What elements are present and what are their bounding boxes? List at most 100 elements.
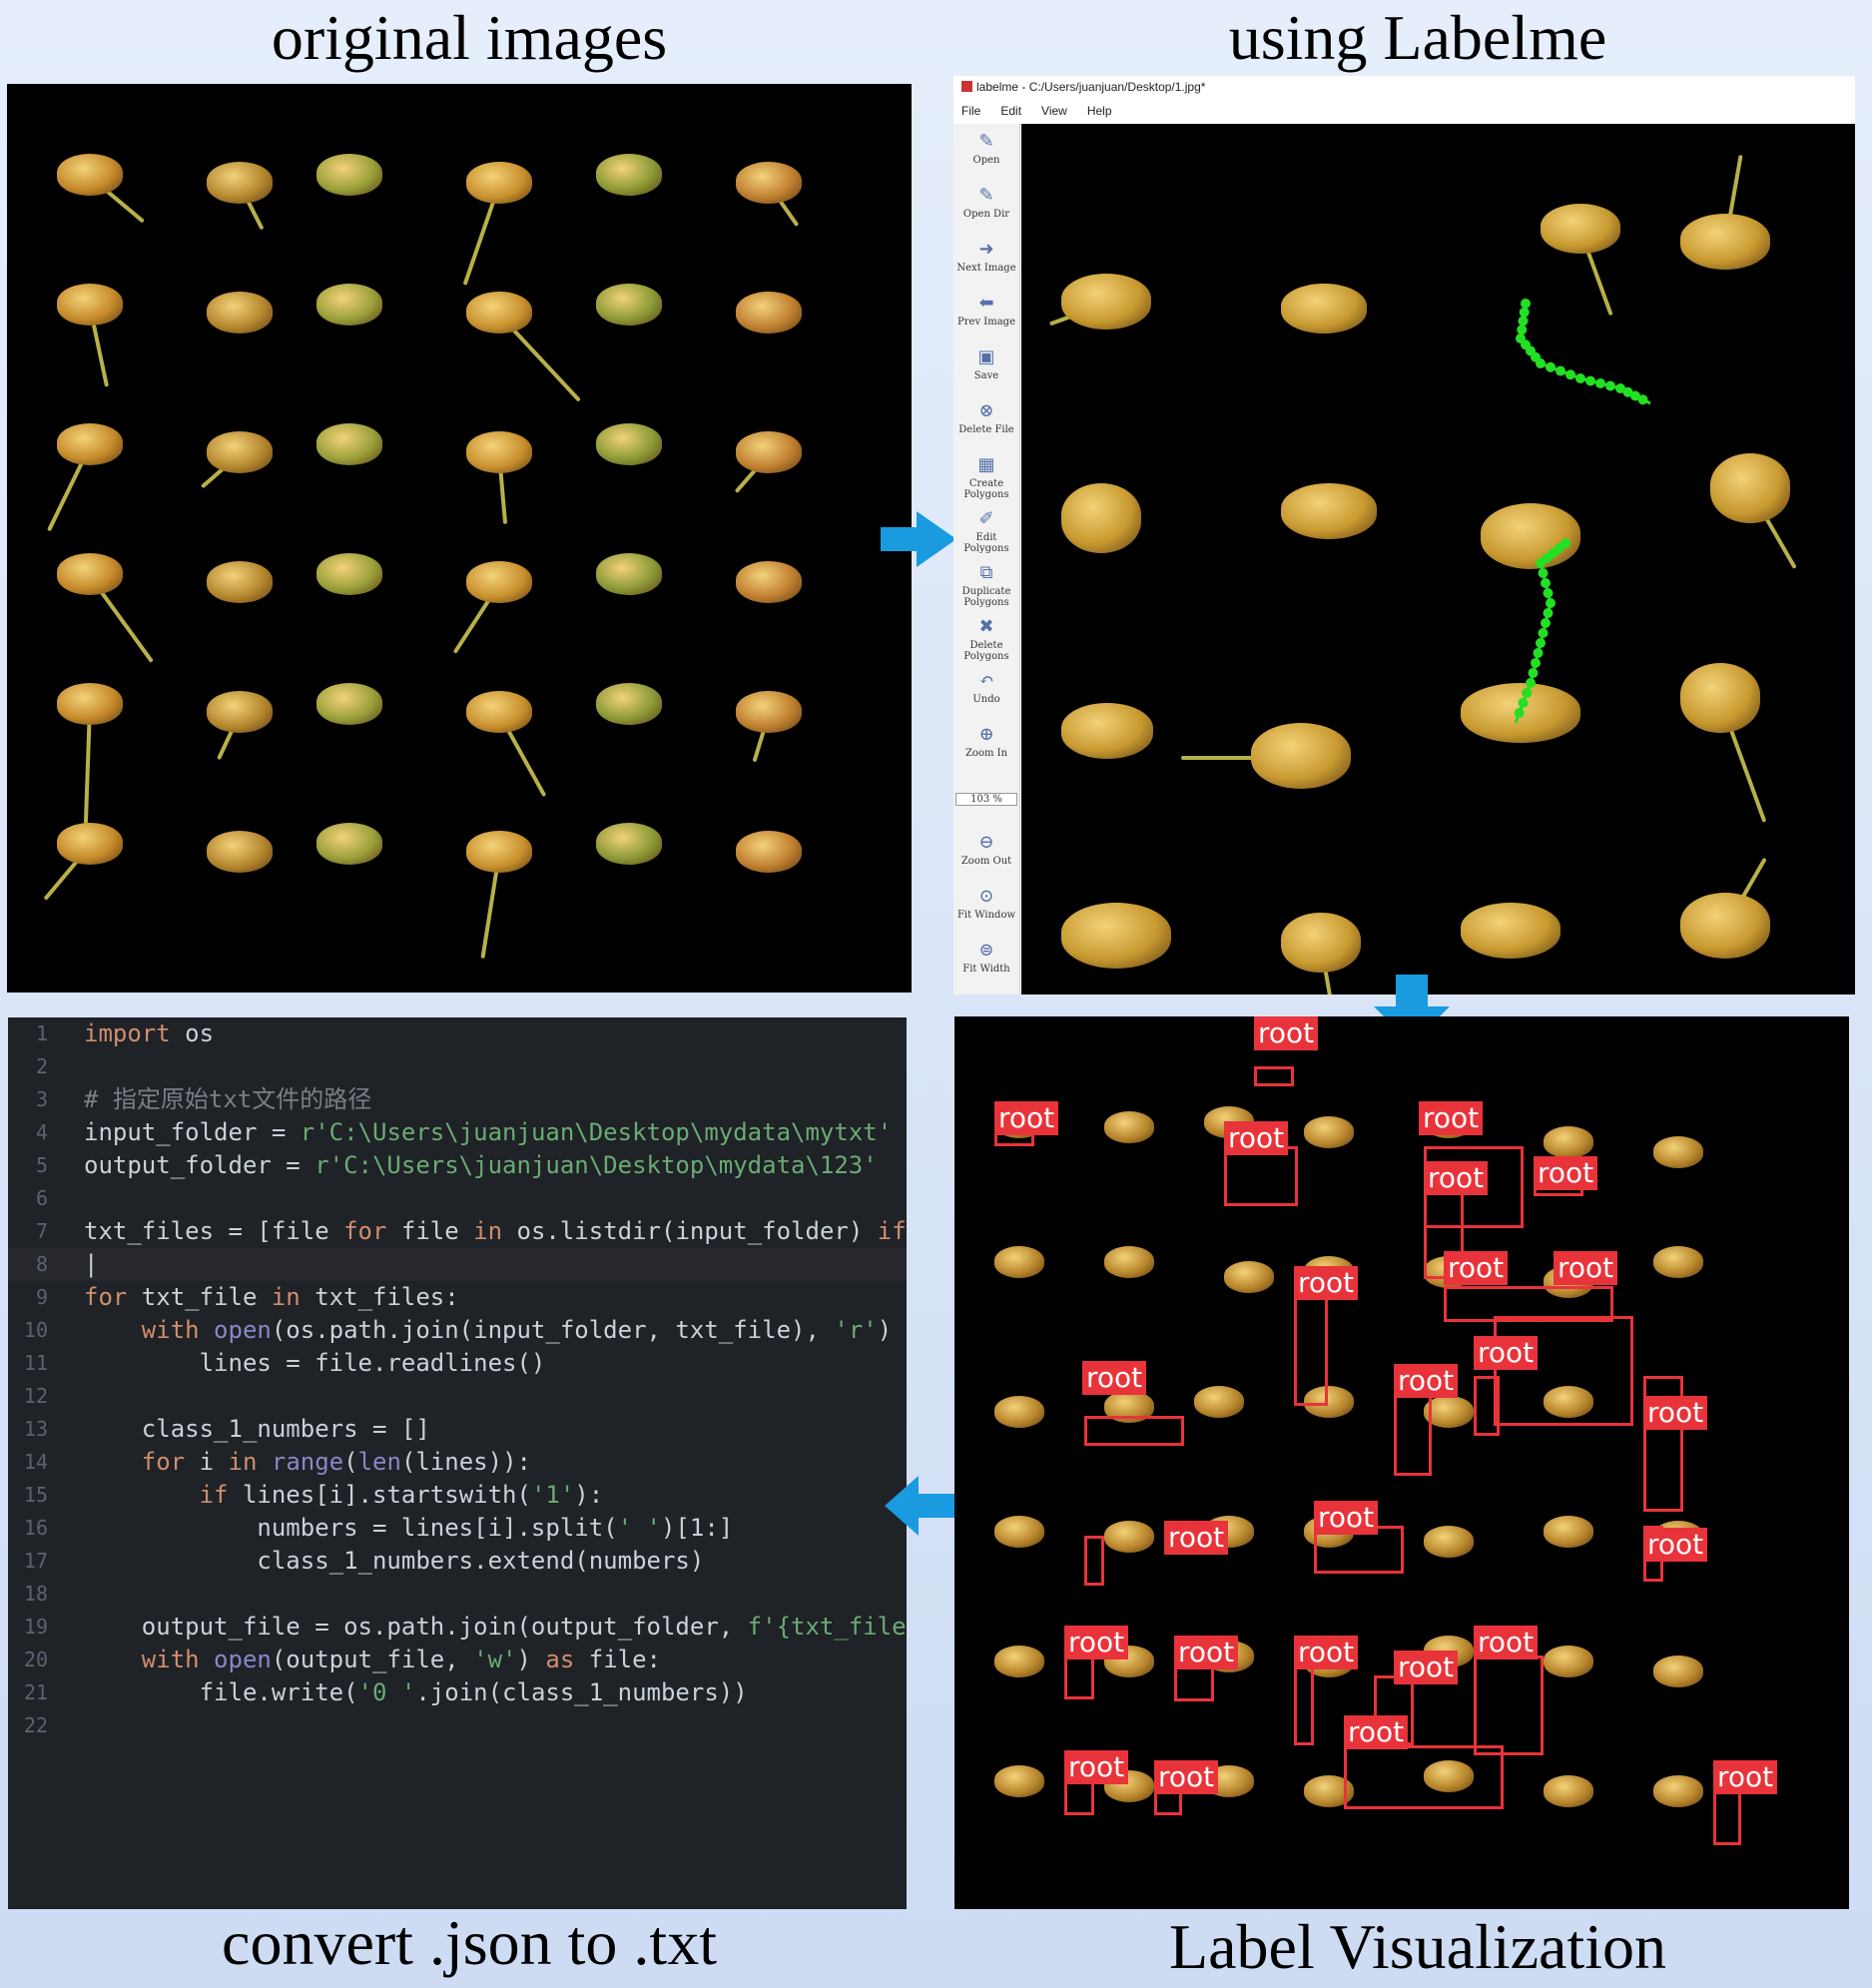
root-label-tag: root [1082, 1361, 1147, 1395]
seedling-image [994, 1396, 1044, 1428]
bounding-box [1064, 1656, 1094, 1699]
line-number: 17 [23, 1549, 48, 1573]
seedling-image [207, 292, 273, 333]
code-line[interactable]: 10 with open(os.path.join(input_folder, … [8, 1314, 907, 1347]
tool-label: Open Dir [962, 209, 1010, 220]
zoom-in-icon: ⊕ [978, 724, 994, 745]
delete-file-button[interactable]: ⊗ Delete File [953, 401, 1019, 436]
menu-view[interactable]: View [1041, 104, 1067, 118]
code-line[interactable]: 3 # 指定原始txt文件的路径 [8, 1083, 907, 1116]
menu-help[interactable]: Help [1087, 104, 1112, 118]
polygon-vertex [1538, 628, 1549, 638]
zoom-level-field[interactable]: 103 % [955, 793, 1017, 806]
root-label-tag: root [1534, 1156, 1598, 1190]
seedling-image [57, 154, 123, 196]
bounding-box [1494, 1316, 1633, 1426]
bounding-box [1084, 1536, 1104, 1586]
code-line[interactable]: 20 with open(output_file, 'w') as file: [8, 1644, 907, 1676]
edit-polygons-button[interactable]: ✐ Edit Polygons [953, 509, 1019, 555]
code-line[interactable]: 15 if lines[i].startswith('1'): [8, 1479, 907, 1512]
undo-button[interactable]: ↶ Undo [953, 671, 1019, 706]
code-line[interactable]: 7 txt_files = [file for file in os.listdi… [8, 1215, 907, 1248]
code-line[interactable]: 22 [8, 1709, 907, 1742]
labelme-title: labelme - C:/Users/juanjuan/Desktop/1.jp… [961, 80, 1205, 94]
seedling-image [316, 553, 382, 595]
duplicate-polygons-button[interactable]: ⧉ Duplicate Polygons [953, 562, 1019, 609]
root-label-tag: root [1643, 1396, 1708, 1430]
polygon-vertex [1528, 668, 1539, 678]
code-line[interactable]: 13 class_1_numbers = [] [8, 1413, 907, 1446]
menu-file[interactable]: File [961, 104, 980, 118]
seedling-image [736, 831, 802, 873]
code-line[interactable]: 19 output_file = os.path.join(output_fol… [8, 1611, 907, 1644]
root-label-tag: root [994, 1101, 1059, 1135]
code-line[interactable]: 5 output_folder = r'C:\Users\juanjuan\Des… [8, 1149, 907, 1182]
code-line[interactable]: 2 [8, 1050, 907, 1083]
polygon-vertex [1546, 598, 1556, 608]
root-label-tag: root [1713, 1760, 1778, 1794]
polygon-annotation[interactable] [1021, 124, 1855, 994]
code-line[interactable]: 1 import os [8, 1017, 907, 1050]
code-line[interactable]: 11 lines = file.readlines() [8, 1347, 907, 1380]
tool-label: Create Polygons [963, 478, 1009, 500]
seedling-image [596, 683, 662, 725]
code-text: | [84, 1250, 99, 1278]
seedling-image [57, 284, 123, 326]
seedling-image [207, 831, 273, 873]
line-number: 9 [35, 1285, 48, 1309]
code-text: numbers = lines[i].split(' ')[1:] [84, 1514, 734, 1542]
code-editor[interactable]: 1 import os 2 3 # 指定原始txt文件的路径 4 input_folder … [8, 1017, 907, 1909]
delete-polygons-button[interactable]: ✖ Delete Polygons [953, 617, 1019, 663]
code-line[interactable]: 4 input_folder = r'C:\Users\juanjuan\Desk… [8, 1116, 907, 1149]
arrow-right-icon [881, 511, 956, 567]
seedling-image [57, 553, 123, 595]
next-image-button[interactable]: ➜ Next Image [953, 240, 1019, 275]
fit-width-button[interactable]: ⊜ Fit Width [953, 941, 1019, 976]
root-label-tag: root [1643, 1528, 1708, 1562]
code-text: file.write('0 '.join(class_1_numbers)) [84, 1678, 748, 1706]
prev-image-button[interactable]: ⬅ Prev Image [953, 294, 1019, 329]
code-line[interactable]: 6 [8, 1182, 907, 1215]
line-number: 5 [35, 1153, 48, 1177]
code-line[interactable]: 14 for i in range(len(lines)): [8, 1446, 907, 1479]
seedling-image [736, 691, 802, 733]
polygon-vertex [1519, 307, 1530, 318]
code-line[interactable]: 18 [8, 1578, 907, 1611]
polygon-vertex [1522, 688, 1533, 698]
line-number: 20 [23, 1648, 48, 1671]
seedling-image [207, 561, 273, 603]
code-text: for txt_file in txt_files: [84, 1283, 459, 1311]
polygon-vertex [1585, 375, 1595, 386]
labelme-menubar: File Edit View Help [961, 104, 1112, 118]
save-button[interactable]: ▣ Save [953, 347, 1019, 382]
root-label-tag: root [1154, 1760, 1219, 1794]
zoom-out-button[interactable]: ⊖ Zoom Out [953, 833, 1019, 868]
bounding-box [1084, 1416, 1184, 1446]
line-number: 11 [23, 1351, 48, 1375]
root-label-tag: root [1474, 1336, 1539, 1370]
code-line[interactable]: 16 numbers = lines[i].split(' ')[1:] [8, 1512, 907, 1545]
code-line[interactable]: 21 file.write('0 '.join(class_1_numbers)… [8, 1676, 907, 1709]
seedling-image [1104, 1111, 1154, 1143]
seedling-image [57, 823, 123, 865]
fit-window-button[interactable]: ⊙ Fit Window [953, 887, 1019, 922]
code-line[interactable]: 8 | [8, 1248, 907, 1281]
line-number: 13 [23, 1417, 48, 1441]
root-label-tag: root [1224, 1121, 1289, 1155]
bounding-box [1474, 1376, 1500, 1436]
labelme-canvas[interactable] [1021, 124, 1855, 994]
code-line[interactable]: 17 class_1_numbers.extend(numbers) [8, 1545, 907, 1578]
code-line[interactable]: 12 [8, 1380, 907, 1413]
create-polygons-button[interactable]: ▦ Create Polygons [953, 455, 1019, 501]
duplicate-polygons-icon: ⧉ [979, 562, 993, 583]
menu-edit[interactable]: Edit [1000, 104, 1021, 118]
zoom-in-button[interactable]: ⊕ Zoom In [953, 724, 1019, 760]
code-line[interactable]: 9 for txt_file in txt_files: [8, 1281, 907, 1314]
line-number: 8 [35, 1252, 48, 1276]
tool-label: Next Image [956, 263, 1016, 274]
open-button[interactable]: ✎ Open [953, 132, 1019, 167]
open-dir-button[interactable]: ✎ Open Dir [953, 186, 1019, 221]
seedling-image [57, 423, 123, 465]
line-number: 14 [23, 1450, 48, 1474]
seedling-image [1544, 1646, 1593, 1677]
